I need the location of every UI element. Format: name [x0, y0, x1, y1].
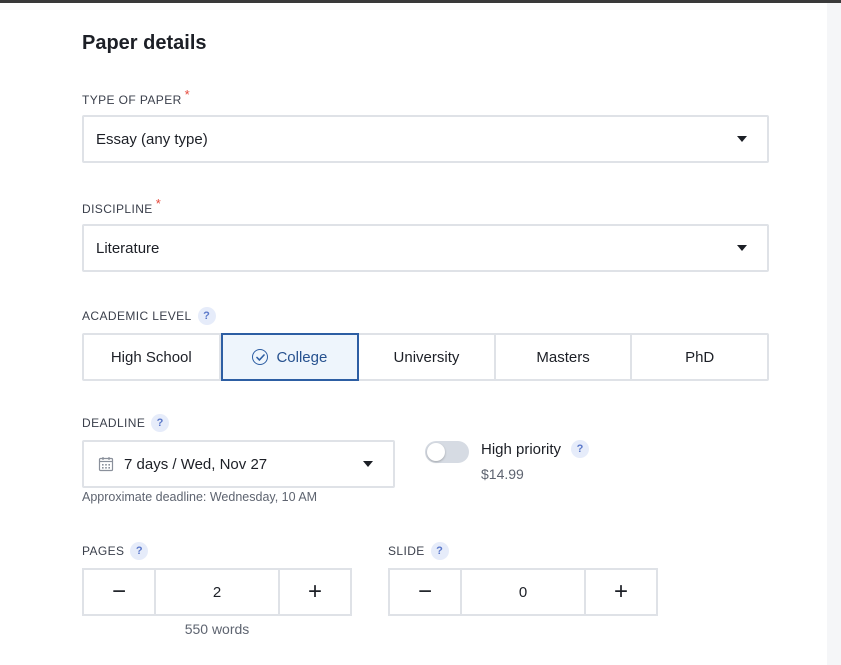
high-priority-price: $14.99 [481, 466, 524, 482]
caret-down-icon [737, 245, 747, 251]
level-option-label: PhD [685, 348, 715, 366]
type-of-paper-label-text: TYPE OF PAPER [82, 92, 182, 107]
check-circle-icon [252, 349, 269, 365]
deadline-value: 7 days / Wed, Nov 27 [124, 455, 268, 473]
level-option-college[interactable]: College [220, 333, 360, 381]
pages-decrement-button[interactable]: − [84, 570, 156, 614]
level-option-high-school[interactable]: High School [84, 335, 221, 379]
required-mark: * [184, 87, 191, 102]
type-of-paper-value: Essay (any type) [96, 130, 208, 148]
level-option-label: Masters [536, 348, 590, 366]
pages-increment-button[interactable]: + [278, 570, 350, 614]
discipline-value: Literature [96, 239, 160, 257]
caret-down-icon [363, 461, 373, 467]
pages-value[interactable]: 2 [156, 570, 278, 614]
approximate-deadline: Approximate deadline: Wednesday, 10 AM [82, 490, 318, 504]
academic-level-label: ACADEMIC LEVEL ? [82, 307, 216, 325]
discipline-label-text: DISCIPLINE [82, 201, 153, 216]
academic-level-label-text: ACADEMIC LEVEL [82, 309, 192, 323]
slide-label: SLIDE ? [388, 542, 449, 560]
pages-stepper: − 2 + [82, 568, 352, 616]
slide-stepper: − 0 + [388, 568, 658, 616]
level-option-masters[interactable]: Masters [495, 335, 633, 379]
high-priority-label: High priority ? [481, 440, 590, 458]
level-option-phd[interactable]: PhD [632, 335, 767, 379]
right-strip [827, 3, 841, 665]
type-of-paper-select[interactable]: Essay (any type) [82, 115, 769, 163]
level-option-label: College [276, 348, 328, 366]
deadline-select[interactable]: 7 days / Wed, Nov 27 [82, 440, 395, 488]
level-option-label: High School [110, 348, 192, 366]
level-option-university[interactable]: University [359, 335, 496, 379]
discipline-select[interactable]: Literature [82, 224, 769, 272]
words-count: 550 words [184, 621, 250, 637]
calendar-icon [98, 456, 114, 472]
high-priority-label-text: High priority [481, 440, 562, 458]
deadline-label: DEADLINE ? [82, 414, 170, 432]
caret-down-icon [737, 136, 747, 142]
help-icon[interactable]: ? [571, 440, 590, 458]
type-of-paper-label: TYPE OF PAPER * [82, 87, 190, 107]
slide-value[interactable]: 0 [462, 570, 584, 614]
discipline-label: DISCIPLINE * [82, 196, 161, 216]
academic-level-options: High School College University Masters P… [82, 333, 769, 381]
pages-label-text: PAGES [82, 544, 125, 558]
help-icon[interactable]: ? [430, 542, 449, 560]
help-icon[interactable]: ? [151, 414, 170, 432]
top-bar [0, 0, 841, 3]
toggle-knob [427, 443, 445, 461]
help-icon[interactable]: ? [197, 307, 216, 325]
pages-label: PAGES ? [82, 542, 149, 560]
slide-label-text: SLIDE [388, 544, 425, 558]
slide-increment-button[interactable]: + [584, 570, 656, 614]
required-mark: * [155, 196, 162, 211]
level-option-label: University [393, 348, 460, 366]
section-title: Paper details [82, 32, 207, 54]
high-priority-toggle[interactable] [425, 441, 469, 463]
slide-decrement-button[interactable]: − [390, 570, 462, 614]
deadline-label-text: DEADLINE [82, 416, 146, 430]
help-icon[interactable]: ? [130, 542, 149, 560]
